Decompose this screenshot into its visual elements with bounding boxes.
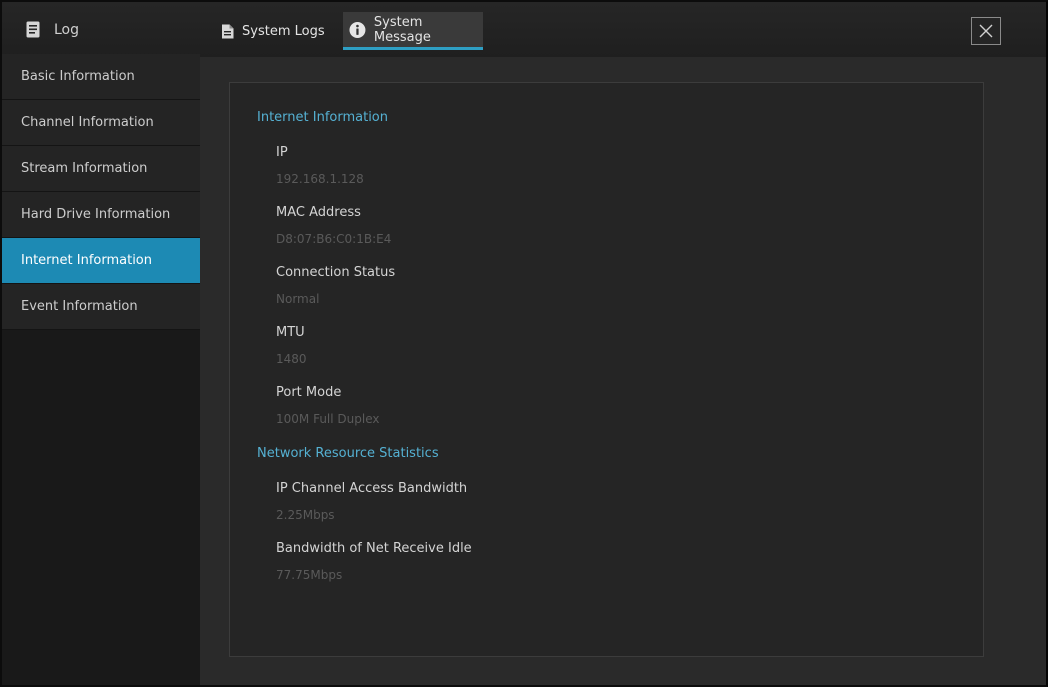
sidebar-item-hard-drive-information[interactable]: Hard Drive Information — [2, 192, 200, 238]
field-value-net-receive-idle: 77.75Mbps — [276, 568, 343, 582]
sidebar: Basic Information Channel Information St… — [2, 54, 200, 685]
field-value-mtu: 1480 — [276, 352, 307, 366]
sidebar-item-label: Channel Information — [21, 115, 154, 130]
sidebar-item-internet-information[interactable]: Internet Information — [2, 238, 200, 284]
tab-system-logs[interactable]: System Logs — [215, 12, 337, 50]
field-label-ip: IP — [276, 145, 288, 160]
field-value-connection-status: Normal — [276, 292, 320, 306]
sidebar-item-channel-information[interactable]: Channel Information — [2, 100, 200, 146]
main-content: Internet Information IP 192.168.1.128 MA… — [200, 57, 1046, 685]
sidebar-item-basic-information[interactable]: Basic Information — [2, 54, 200, 100]
window-title: Log — [54, 21, 80, 38]
field-label-net-receive-idle: Bandwidth of Net Receive Idle — [276, 541, 472, 556]
tab-system-logs-label: System Logs — [242, 23, 325, 39]
field-label-ip-channel-bandwidth: IP Channel Access Bandwidth — [276, 481, 468, 496]
close-button[interactable] — [971, 17, 1001, 45]
info-panel: Internet Information IP 192.168.1.128 MA… — [229, 82, 984, 657]
info-icon — [349, 21, 366, 38]
field-value-port-mode: 100M Full Duplex — [276, 412, 380, 426]
section-title-internet: Internet Information — [257, 110, 389, 125]
sidebar-item-label: Stream Information — [21, 161, 148, 176]
field-label-port-mode: Port Mode — [276, 385, 342, 400]
field-value-ip-channel-bandwidth: 2.25Mbps — [276, 508, 335, 522]
close-icon — [979, 24, 993, 38]
sidebar-item-label: Event Information — [21, 299, 138, 314]
section-title-network-resource: Network Resource Statistics — [257, 446, 439, 461]
document-icon — [222, 24, 234, 38]
sidebar-item-stream-information[interactable]: Stream Information — [2, 146, 200, 192]
field-label-mtu: MTU — [276, 325, 305, 340]
field-value-ip: 192.168.1.128 — [276, 172, 364, 186]
window-title-area: Log — [2, 2, 202, 57]
tab-system-message[interactable]: System Message — [343, 12, 483, 50]
tab-system-message-label: System Message — [373, 14, 431, 45]
log-icon — [26, 21, 40, 38]
sidebar-item-label: Basic Information — [21, 69, 135, 84]
sidebar-item-event-information[interactable]: Event Information — [2, 284, 200, 330]
sidebar-item-label: Hard Drive Information — [21, 207, 171, 222]
title-bar: Log System Logs System Message — [2, 2, 1046, 57]
field-value-mac-address: D8:07:B6:C0:1B:E4 — [276, 232, 392, 246]
field-label-mac-address: MAC Address — [276, 205, 361, 220]
sidebar-item-label: Internet Information — [21, 253, 153, 268]
log-window: Log System Logs System Message Basic Inf… — [0, 0, 1048, 687]
field-label-connection-status: Connection Status — [276, 265, 396, 280]
